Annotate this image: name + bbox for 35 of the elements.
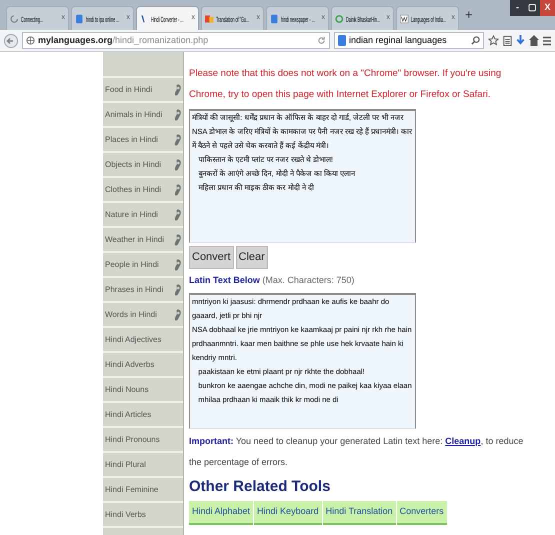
spinner-icon (10, 12, 18, 24)
search-text: indian reginal languages (349, 34, 448, 47)
menu-icon[interactable] (543, 36, 551, 46)
globe-icon (26, 36, 35, 45)
related-tools-heading: Other Related Tools (189, 476, 332, 496)
max-characters-note: (Max. Characters: 750) (262, 275, 354, 285)
window-control-button[interactable]: X (540, 0, 555, 16)
tool-link-button[interactable]: Hindi Translation (322, 501, 396, 525)
new-tab-button[interactable]: + (461, 5, 477, 25)
translate-icon (205, 12, 214, 24)
download-icon[interactable] (516, 35, 525, 46)
window-control-button[interactable]: - (510, 0, 525, 16)
tool-link-button[interactable]: Hindi Keyboard (254, 501, 322, 525)
cleanup-link[interactable]: Cleanup (445, 436, 481, 446)
back-icon[interactable] (4, 34, 18, 48)
search-engine-icon (75, 12, 84, 24)
star-icon[interactable] (488, 35, 499, 46)
chrome-warning: Please note that this does not work on a "Chrome" browser. If you're using Chrome, try to open this page with Internet Explorer or Firefox or Safari. (189, 67, 502, 102)
tool-link-button[interactable]: Hindi Alphabet (189, 501, 254, 525)
address-bar[interactable]: mylanguages.org/hindi_romanization.php (22, 32, 330, 49)
url-text: mylanguages.org/hindi_romanization.php (38, 34, 208, 47)
home-icon[interactable] (529, 35, 539, 46)
cleanup-note: Important: You need to cleanup your generated Latin text here: Cleanup, to reduce the percentage of errors. (189, 434, 524, 469)
wiki-icon (400, 12, 408, 24)
search-field[interactable]: indian reginal languages (334, 32, 484, 49)
clipboard-icon[interactable] (503, 35, 512, 46)
form-button[interactable]: Convert (189, 246, 234, 269)
tool-link-button[interactable]: Converters (396, 501, 447, 525)
latin-label: Latin Text Below (189, 275, 260, 285)
search-icon[interactable] (471, 36, 480, 45)
reload-icon[interactable] (317, 36, 326, 45)
window-control-button[interactable]: ▢ (525, 0, 540, 16)
search-engine-icon (270, 12, 278, 24)
form-button[interactable]: Clear (236, 246, 268, 269)
ring-icon (335, 12, 344, 24)
